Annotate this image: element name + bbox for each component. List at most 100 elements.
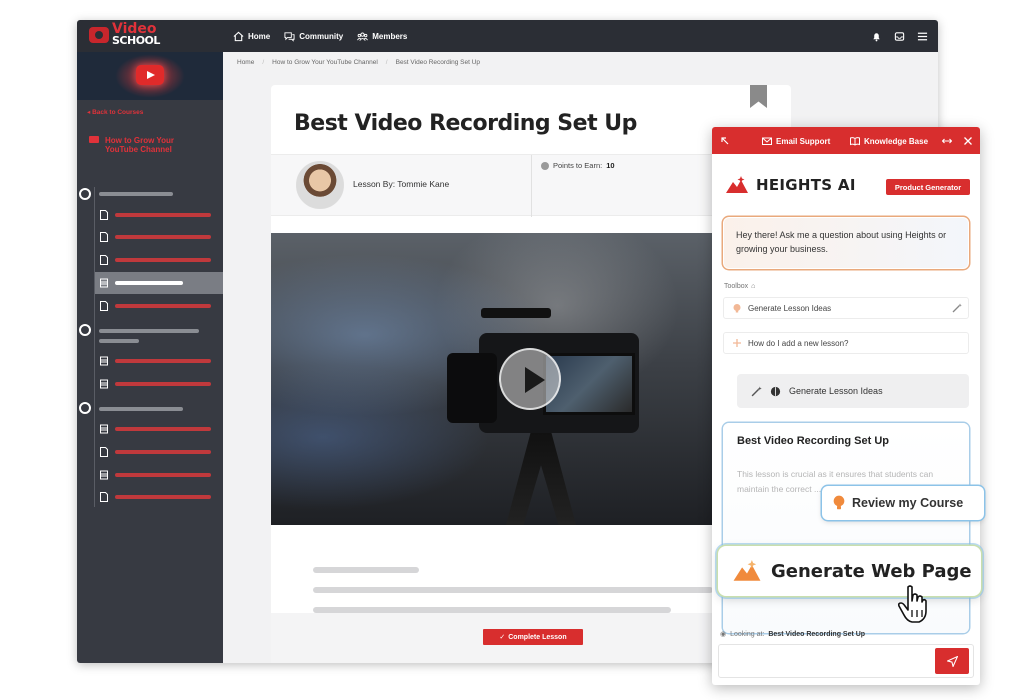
lightbulb-icon xyxy=(833,495,845,510)
divider xyxy=(531,155,532,217)
section-marker[interactable] xyxy=(79,324,91,336)
toolbox-label: Toolbox ⌂ xyxy=(724,283,756,290)
breadcrumb-course[interactable]: How to Grow Your YouTube Channel xyxy=(264,59,386,66)
camera-icon xyxy=(89,27,109,43)
document-icon xyxy=(100,232,108,242)
lesson-title-placeholder xyxy=(115,473,211,477)
home-icon xyxy=(233,31,244,41)
lesson-row[interactable] xyxy=(95,464,223,486)
document-icon xyxy=(100,210,108,220)
nav-home[interactable]: Home xyxy=(233,31,270,42)
expand-icon[interactable] xyxy=(942,136,952,146)
nav-community-label: Community xyxy=(299,31,344,41)
section-marker[interactable] xyxy=(79,402,91,414)
lesson-row[interactable] xyxy=(95,441,223,463)
points-value: 10 xyxy=(606,161,615,170)
video-icon xyxy=(100,470,108,480)
heights-ai-panel: Email Support Knowledge Base HEIGHTS AI … xyxy=(712,127,980,685)
play-icon[interactable] xyxy=(499,348,561,410)
lesson-title-placeholder xyxy=(115,235,211,239)
complete-lesson-button[interactable]: ✓ Complete Lesson xyxy=(483,629,583,645)
nav-community[interactable]: Community xyxy=(284,31,343,42)
author-label: Lesson By: Tommie Kane xyxy=(353,179,450,189)
check-icon: ✓ xyxy=(499,634,506,641)
document-icon xyxy=(100,492,108,502)
points-to-earn: Points to Earn: 10 xyxy=(541,161,615,170)
inbox-icon[interactable] xyxy=(894,31,905,42)
lesson-title: Best Video Recording Set Up xyxy=(294,111,637,136)
lesson-row[interactable] xyxy=(95,226,223,248)
review-my-course-chip[interactable]: Review my Course xyxy=(822,486,984,520)
breadcrumb-home[interactable]: Home xyxy=(229,59,262,66)
tool-generate-lesson-ideas[interactable]: Generate Lesson Ideas xyxy=(723,297,969,319)
course-title[interactable]: How to Grow Your YouTube Channel xyxy=(89,136,209,154)
chat-icon xyxy=(284,31,295,42)
breadcrumb: Home / How to Grow Your YouTube Channel … xyxy=(223,52,938,72)
lesson-row[interactable] xyxy=(95,350,223,372)
lesson-row[interactable] xyxy=(95,249,223,271)
logo[interactable]: Video SCHOOL xyxy=(89,22,160,47)
course-thumbnail xyxy=(77,52,223,100)
lesson-title-placeholder xyxy=(115,427,211,431)
heights-logo-icon xyxy=(733,560,761,581)
brand-name: HEIGHTS AI xyxy=(756,176,856,194)
section-title-placeholder xyxy=(99,407,183,411)
heights-logo-icon xyxy=(726,176,748,193)
lesson-title-placeholder xyxy=(115,495,211,499)
hand-cursor-icon xyxy=(897,585,927,623)
lesson-row[interactable] xyxy=(95,373,223,395)
collapse-icon[interactable] xyxy=(720,136,730,146)
nav-members[interactable]: Members xyxy=(357,31,407,42)
knowledge-base-link[interactable]: Knowledge Base xyxy=(850,136,928,146)
lesson-title-placeholder xyxy=(115,304,211,308)
menu-icon[interactable] xyxy=(917,31,928,42)
bookmark-icon[interactable] xyxy=(750,85,767,108)
heights-brand: HEIGHTS AI xyxy=(726,176,856,194)
document-icon xyxy=(100,447,108,457)
points-icon xyxy=(541,161,549,170)
magic-wand-icon xyxy=(952,303,962,313)
lesson-row[interactable] xyxy=(95,486,223,508)
section-title-placeholder xyxy=(99,192,173,196)
lesson-row-active[interactable] xyxy=(95,272,223,294)
text-placeholder xyxy=(313,567,419,573)
points-label: Points to Earn: xyxy=(553,161,603,170)
folder-icon xyxy=(89,136,99,143)
section-title-placeholder xyxy=(99,329,199,333)
email-support-link[interactable]: Email Support xyxy=(762,136,830,146)
close-icon[interactable] xyxy=(963,136,973,146)
generate-lesson-ideas-button[interactable]: Generate Lesson Ideas xyxy=(737,374,969,408)
section-marker[interactable] xyxy=(79,188,91,200)
generate-web-page-chip[interactable]: Generate Web Page xyxy=(718,546,981,596)
logo-line2: SCHOOL xyxy=(112,34,160,47)
back-to-courses-link[interactable]: ◂ Back to Courses xyxy=(87,108,143,116)
lesson-row[interactable] xyxy=(95,418,223,440)
result-title: Best Video Recording Set Up xyxy=(737,435,889,447)
lesson-title-placeholder xyxy=(115,213,211,217)
section-title-placeholder xyxy=(99,339,139,343)
nav-members-label: Members xyxy=(372,31,408,41)
video-icon xyxy=(100,278,108,288)
looking-at: ◉ Looking at: Best Video Recording Set U… xyxy=(720,630,866,639)
members-icon xyxy=(357,32,369,41)
lightbulb-icon xyxy=(733,304,741,313)
mail-icon xyxy=(762,137,772,145)
plus-icon xyxy=(733,339,741,347)
send-icon xyxy=(946,655,958,667)
chat-input[interactable] xyxy=(718,644,974,678)
tool-add-new-lesson[interactable]: How do I add a new lesson? xyxy=(723,332,969,354)
video-icon xyxy=(100,424,108,434)
book-icon xyxy=(850,137,860,146)
lesson-row[interactable] xyxy=(95,295,223,317)
panel-header: Email Support Knowledge Base xyxy=(712,127,980,154)
bell-icon[interactable] xyxy=(871,31,882,42)
main-nav: Home Community Members xyxy=(233,20,407,52)
lesson-title-placeholder xyxy=(115,359,211,363)
eye-icon: ◉ xyxy=(720,631,727,638)
video-icon xyxy=(100,356,108,366)
lesson-row[interactable] xyxy=(95,204,223,226)
send-button[interactable] xyxy=(935,648,969,674)
video-icon xyxy=(100,379,108,389)
document-icon xyxy=(100,255,108,265)
product-generator-badge[interactable]: Product Generator xyxy=(886,179,970,195)
